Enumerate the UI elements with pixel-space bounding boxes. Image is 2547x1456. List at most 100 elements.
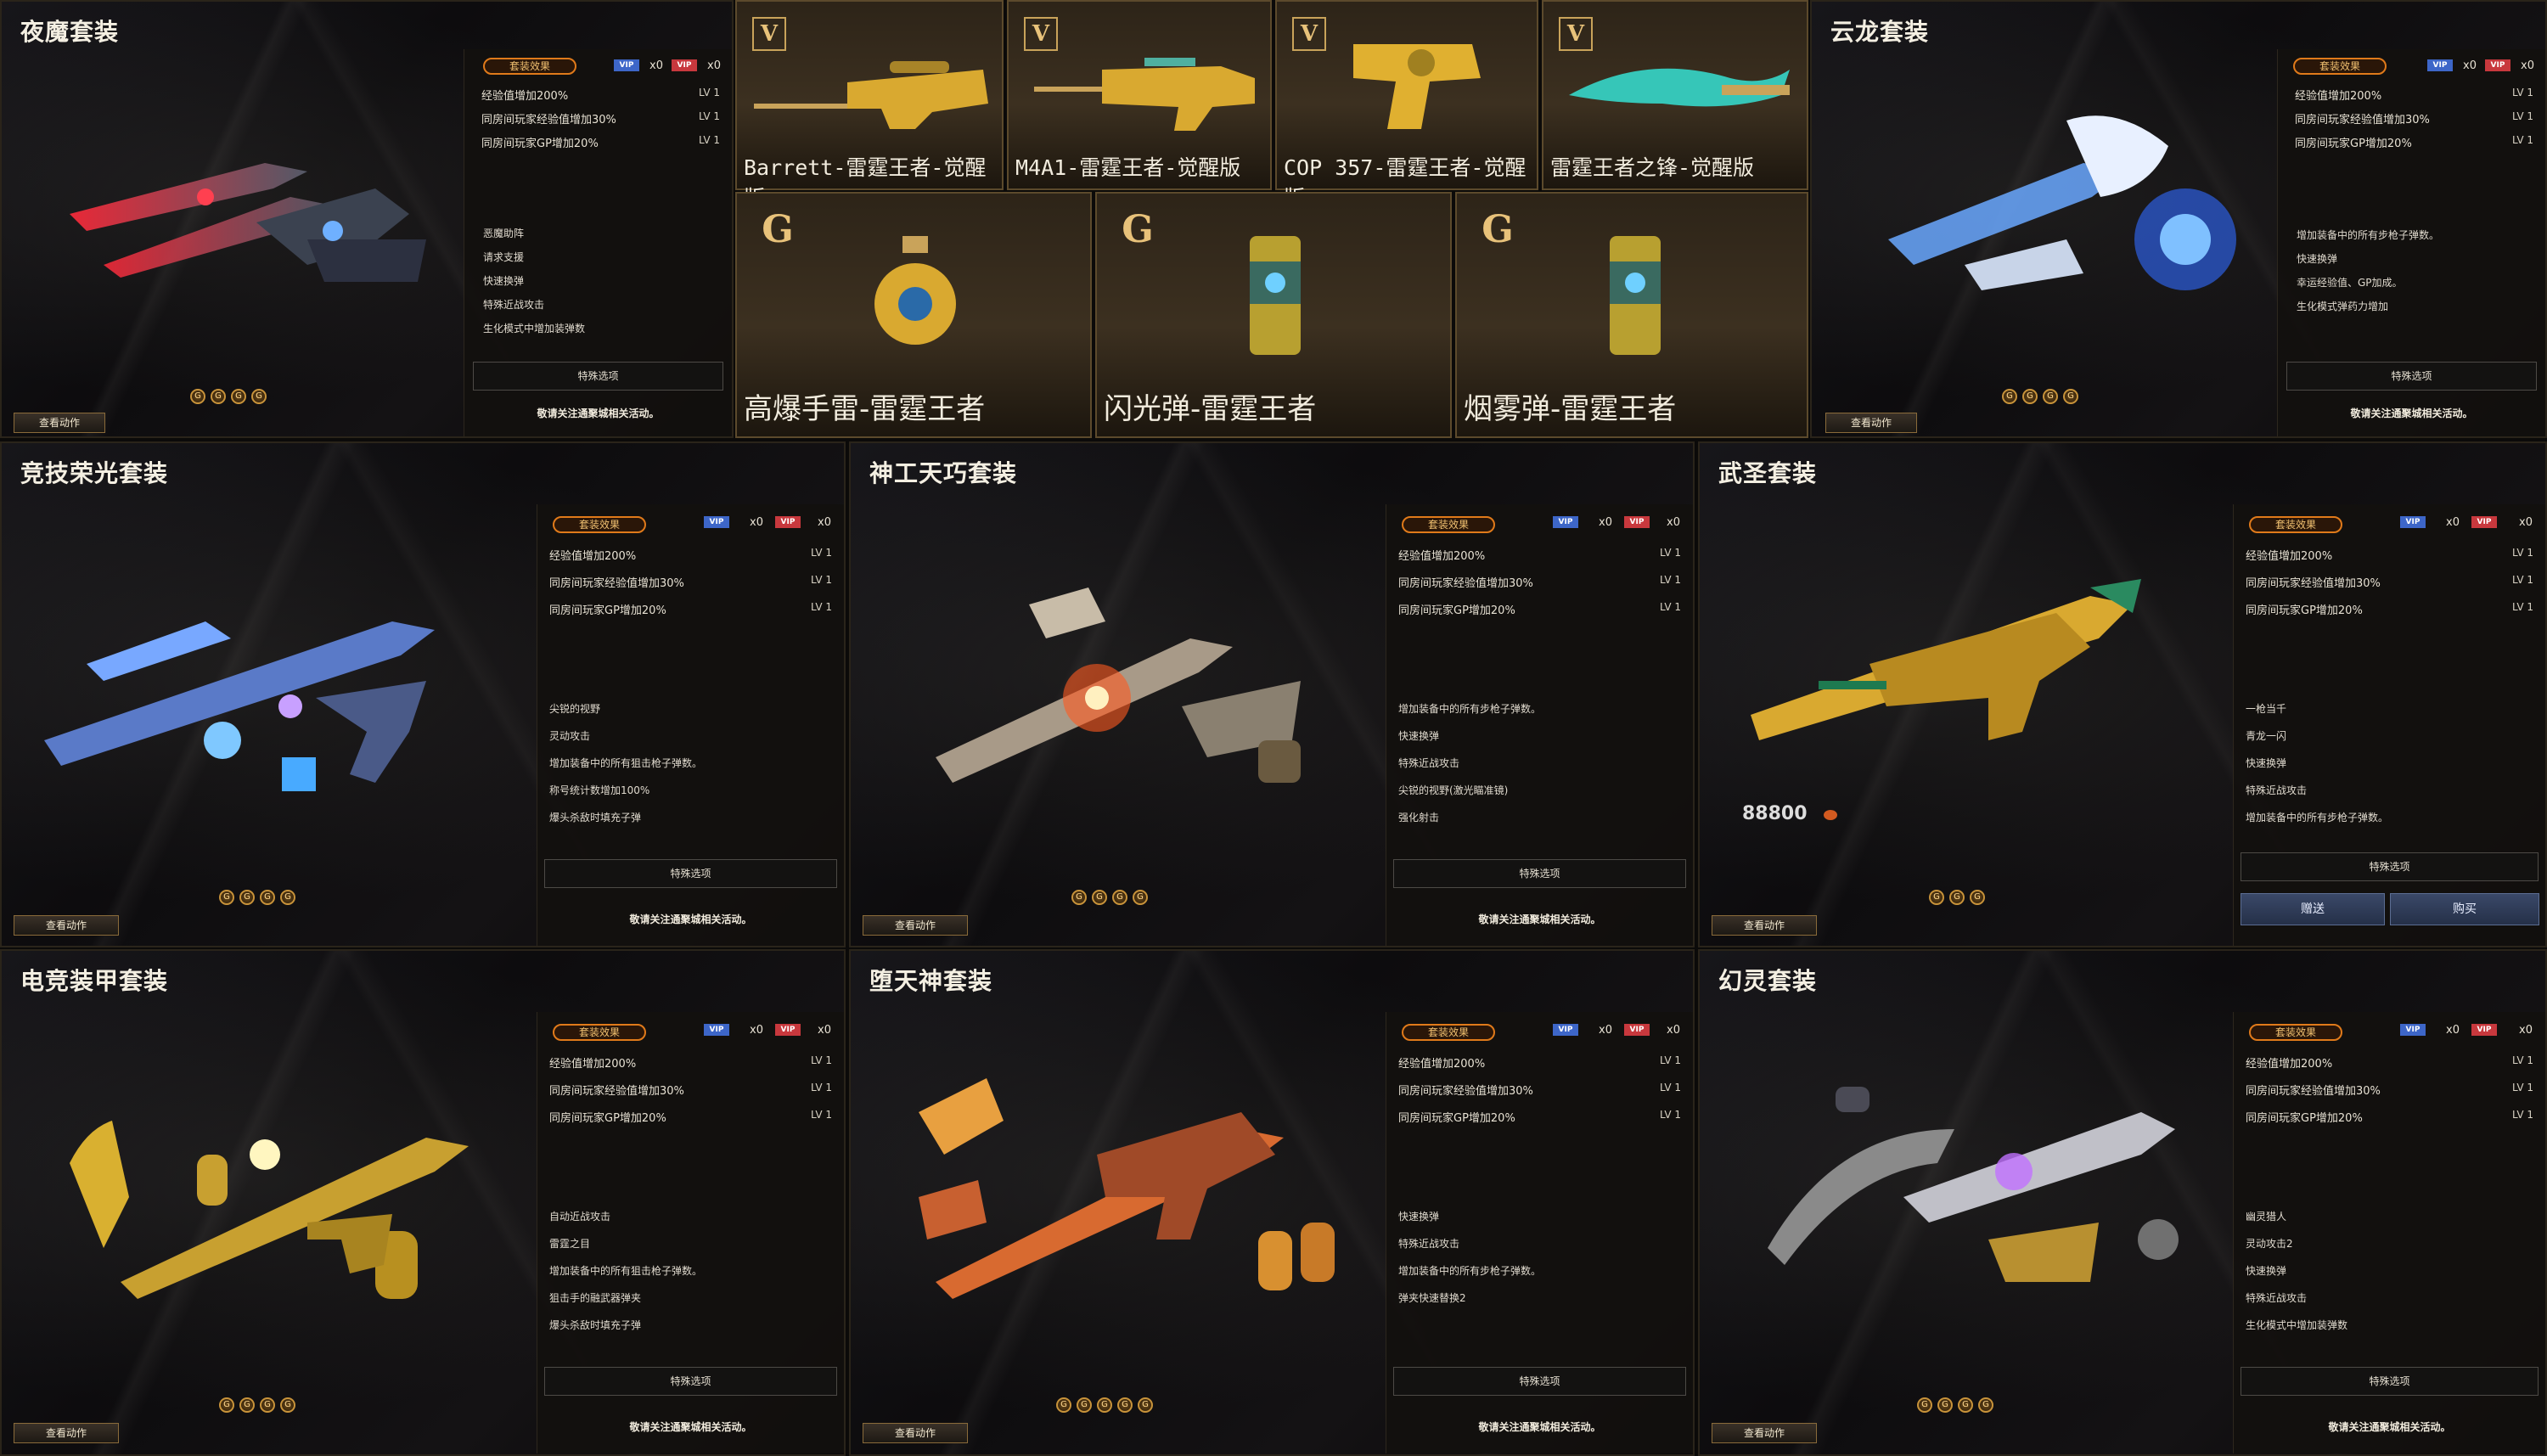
grade-icons: GGGG (219, 890, 295, 905)
stat-label: 同房间玩家经验值增加30% (2246, 577, 2381, 590)
stat-row: 经验值增加200% LV 1 (2246, 1054, 2533, 1071)
stat-level: LV 1 (698, 87, 720, 98)
weapon-card-flashbang[interactable]: G 闪光弹-雷霆王者 (1095, 192, 1452, 438)
rifle-icon (1034, 58, 1255, 131)
stat-level: LV 1 (810, 547, 832, 559)
view-action-button[interactable]: 查看动作 (14, 915, 119, 936)
notice-text: 敬请关注通聚城相关活动。 (2328, 1421, 2451, 1433)
feature-item: 快速换弹 (2246, 757, 2287, 769)
info-panel: 套装效果 VIP x0 VIP x0 经验值增加200% LV 1 同房间玩家经验… (537, 504, 844, 946)
special-options-button[interactable]: 特殊选项 (1393, 1367, 1686, 1396)
grade-icon: G (231, 389, 246, 404)
view-action-button[interactable]: 查看动作 (863, 1423, 968, 1443)
feature-item: 生化模式中增加装弹数 (483, 323, 586, 334)
view-action-button[interactable]: 查看动作 (1712, 1423, 1817, 1443)
stat-label: 经验值增加200% (1398, 1058, 1486, 1071)
set-title: 夜魔套装 (20, 18, 120, 46)
feature-item: 雷霆之目 (549, 1238, 591, 1250)
stat-level: LV 1 (1659, 1054, 1681, 1066)
grade-icon: G (219, 1397, 234, 1413)
card-name: 闪光弹-雷霆王者 (1104, 392, 1317, 426)
view-action-button[interactable]: 查看动作 (1712, 915, 1817, 936)
stat-row: 同房间玩家经验值增加30% LV 1 (1398, 574, 1681, 591)
set-title: 武圣套装 (1718, 459, 1818, 487)
grade-icon: G (2022, 389, 2038, 404)
card-name: 雷霆王者之锋-觉醒版 (1550, 155, 1755, 180)
set-title: 竞技荣光套装 (20, 459, 169, 487)
weapon-card-cop357[interactable]: V COP 357-雷霆王者-觉醒版 (1275, 0, 1538, 211)
buy-button[interactable]: 购买 (2390, 893, 2539, 925)
stat-level: LV 1 (698, 110, 720, 122)
feature-item: 自动近战攻击 (549, 1211, 611, 1223)
blade-icon (1569, 68, 1790, 107)
info-panel: 套装效果 VIP x0 VIP x0 经验值增加200% LV 1 同房间玩家经验… (2233, 504, 2545, 946)
view-action-button[interactable]: 查看动作 (14, 1423, 119, 1443)
special-options-button[interactable]: 特殊选项 (1393, 859, 1686, 888)
stat-row: 同房间玩家经验值增加30% LV 1 (2246, 1082, 2533, 1099)
stat-level: LV 1 (2511, 574, 2533, 586)
count: x0 (2446, 516, 2460, 529)
special-options-button[interactable]: 特殊选项 (2286, 362, 2537, 391)
special-options-button[interactable]: 特殊选项 (544, 1367, 837, 1396)
feature-item: 生化模式中增加装弹数 (2246, 1319, 2348, 1331)
grade-icon: G (1117, 1397, 1133, 1413)
grade-icons: GGGG (1917, 1397, 1993, 1413)
weapon-card-barrett[interactable]: V Barrett-雷霆王者-觉醒版 (735, 0, 1004, 211)
stat-row: 同房间玩家GP增加20% LV 1 (1398, 601, 1681, 618)
vip-red-icon: VIP (775, 1024, 801, 1036)
set-effect-badge: 套装效果 (553, 516, 646, 533)
v-grade-icon: V (1292, 17, 1326, 51)
grade-icons: GGGGG (1056, 1397, 1153, 1413)
set-panel-dianjing: 电竞装甲套装 GGGG 查看动作 套装效果 VIP x0 VIP x0 经验值增… (0, 949, 846, 1456)
set-effect-badge: 套装效果 (2249, 1024, 2342, 1041)
g-grade-icon: G (1122, 208, 1154, 251)
special-options-button[interactable]: 特殊选项 (2241, 852, 2539, 881)
count: x0 (750, 1024, 763, 1037)
view-action-button[interactable]: 查看动作 (1825, 413, 1917, 433)
gift-button[interactable]: 赠送 (2241, 893, 2385, 925)
stat-label: 同房间玩家经验值增加30% (1398, 577, 1533, 590)
weapon-card-blade[interactable]: V 雷霆王者之锋-觉醒版 (1542, 0, 1808, 190)
grade-icon: G (190, 389, 205, 404)
grade-icon: G (1949, 890, 1965, 905)
special-options-button[interactable]: 特殊选项 (2241, 1367, 2539, 1396)
feature-item: 增加装备中的所有狙击枪子弹数。 (549, 1265, 703, 1277)
stat-row: 经验值增加200% LV 1 (2295, 87, 2533, 104)
grade-icon: G (1112, 890, 1127, 905)
g-grade-icon: G (762, 208, 794, 251)
weapon-card-smoke[interactable]: G 烟雾弹-雷霆王者 (1455, 192, 1808, 438)
weapon-card-m4a1[interactable]: V M4A1-雷霆王者-觉醒版 (1007, 0, 1272, 190)
stat-level: LV 1 (1659, 574, 1681, 586)
feature-item: 弹夹快速替换2 (1398, 1292, 1466, 1304)
special-options-button[interactable]: 特殊选项 (473, 362, 723, 391)
feature-item: 快速换弹 (1398, 730, 1440, 742)
stat-row: 经验值增加200% LV 1 (1398, 1054, 1681, 1071)
grade-icon: G (251, 389, 267, 404)
count: x0 (2463, 59, 2477, 72)
vip-blue-icon: VIP (614, 59, 639, 71)
stat-row: 同房间玩家经验值增加30% LV 1 (549, 1082, 832, 1099)
weapon-card-grenade[interactable]: G 高爆手雷-雷霆王者 (735, 192, 1092, 438)
stat-level: LV 1 (1659, 547, 1681, 559)
stat-row: 同房间玩家经验值增加30% LV 1 (549, 574, 832, 591)
stat-label: 经验值增加200% (549, 1058, 637, 1071)
view-action-button[interactable]: 查看动作 (14, 413, 105, 433)
stat-row: 经验值增加200% LV 1 (481, 87, 720, 104)
grade-icon: G (280, 1397, 295, 1413)
feature-item: 一枪当千 (2246, 703, 2287, 715)
vip-blue-icon: VIP (2400, 1024, 2426, 1036)
grade-icon: G (211, 389, 226, 404)
special-options-button[interactable]: 特殊选项 (544, 859, 837, 888)
notice-text: 敬请关注通聚城相关活动。 (1478, 914, 1601, 925)
view-action-button[interactable]: 查看动作 (863, 915, 968, 936)
stat-row: 同房间玩家GP增加20% LV 1 (2246, 1109, 2533, 1126)
info-panel: 套装效果 VIP x0 VIP x0 经验值增加200% LV 1 同房间玩家经验… (464, 49, 732, 436)
stat-label: 同房间玩家GP增加20% (549, 1112, 666, 1125)
feature-item: 增加装备中的所有步枪子弹数。 (1398, 1265, 1542, 1277)
count: x0 (2521, 59, 2534, 72)
grade-icon: G (1056, 1397, 1071, 1413)
weapon-set-image (1888, 115, 2236, 290)
stat-label: 经验值增加200% (549, 550, 637, 563)
set-panel-yemo: 夜魔套装 GGGG 查看动作 套装效果 VIP x0 VIP x0 经验值增加2… (0, 0, 734, 438)
feature-item: 增加装备中的所有步枪子弹数。 (2246, 812, 2389, 824)
